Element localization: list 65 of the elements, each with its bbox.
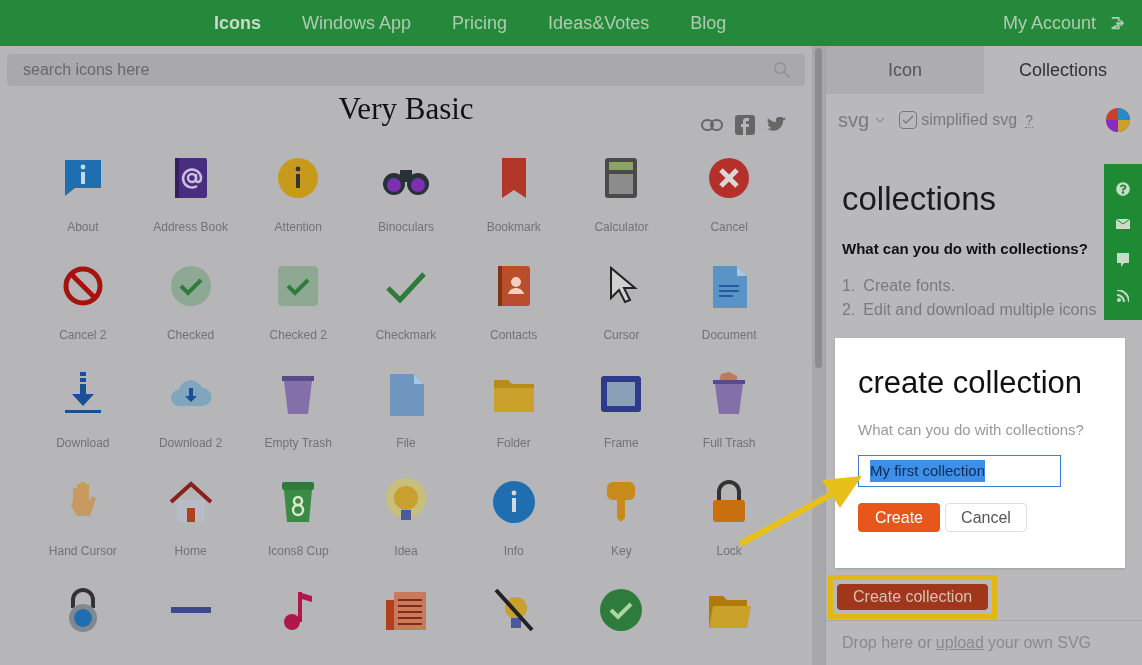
logout-icon[interactable] [1110, 16, 1124, 30]
icon-label[interactable]: Icons8 Cup [267, 541, 329, 560]
color-wheel-icon[interactable] [1106, 108, 1130, 132]
search-field[interactable]: search icons here [7, 54, 805, 86]
icon-label[interactable]: Download 2 [158, 433, 223, 452]
icon-label[interactable]: Bookmark [486, 217, 541, 236]
step-number: 2. [842, 300, 856, 320]
icon-label[interactable]: Key [611, 541, 632, 560]
icon-label[interactable]: Folder [496, 433, 531, 452]
nav-link[interactable]: Blog [690, 9, 727, 37]
icon-label[interactable]: Cancel 2 [59, 325, 107, 344]
icon-label[interactable]: Frame [604, 433, 639, 452]
icon-label[interactable]: Attention [274, 217, 322, 236]
step-number: 1. [842, 276, 856, 296]
dialog-question: What can you do with collections? [858, 419, 1085, 440]
format-select[interactable]: svg [838, 105, 886, 135]
icon-label[interactable]: Empty Trash [264, 433, 332, 452]
caret-icon [875, 117, 886, 123]
icon-label[interactable]: Download [56, 433, 110, 452]
category-title: Very Basic [338, 90, 474, 128]
icon-label[interactable]: Checked 2 [269, 325, 327, 344]
chat-icon[interactable] [1117, 252, 1129, 267]
help-link[interactable]: ? [1025, 112, 1033, 128]
dialog-title: create collection [858, 364, 1083, 402]
icon-label[interactable]: Hand Cursor [48, 541, 117, 560]
icon-label[interactable]: Calculator [594, 217, 649, 236]
icon-label[interactable]: Home [174, 541, 207, 560]
collections-heading: collections [841, 179, 998, 219]
nav-link[interactable]: Windows App [302, 9, 412, 37]
icon-label[interactable]: Address Book [153, 217, 228, 236]
icon-label[interactable]: About [67, 217, 99, 236]
icon-label[interactable]: Idea [394, 541, 418, 560]
mail-icon[interactable] [1116, 219, 1130, 230]
nav-link[interactable]: Icons [214, 9, 261, 37]
icon-label[interactable]: Document [701, 325, 757, 344]
panel-tab[interactable]: Icon [826, 46, 984, 94]
icon-label[interactable]: Cancel [710, 217, 748, 236]
step-text: Edit and download multiple icons [863, 300, 1097, 320]
icon-label[interactable]: Binoculars [377, 217, 434, 236]
icon-label[interactable]: Info [503, 541, 524, 560]
icon-label[interactable]: Contacts [490, 325, 538, 344]
create-collection-button[interactable]: Create collection [837, 583, 989, 610]
icon-label[interactable]: File [396, 433, 416, 452]
step-text: Create fonts. [863, 276, 955, 296]
nav-link[interactable]: Ideas&Votes [548, 9, 650, 37]
check-icon [902, 115, 915, 125]
twitter-icon[interactable] [767, 117, 786, 133]
account-link[interactable]: My Account [1002, 9, 1096, 37]
icon-label[interactable]: Cursor [603, 325, 640, 344]
icon-label[interactable]: Checked [166, 325, 215, 344]
link-icon[interactable] [701, 119, 723, 131]
rss-icon[interactable] [1117, 290, 1129, 303]
icon-label[interactable]: Lock [716, 541, 742, 560]
cancel-button[interactable]: Cancel [945, 503, 1027, 532]
icon-label[interactable]: Checkmark [375, 325, 437, 344]
nav-link[interactable]: Pricing [452, 9, 508, 37]
checkbox-label: simplified svg [921, 110, 1018, 130]
collection-name-field[interactable]: My first collection [858, 455, 1061, 487]
create-button[interactable]: Create [858, 503, 940, 532]
checkbox[interactable] [899, 111, 918, 129]
icon-label[interactable]: Full Trash [702, 433, 756, 452]
minus-icon [170, 606, 211, 613]
collections-subheading: What can you do with collections? [841, 238, 1089, 259]
help-icon[interactable] [1116, 181, 1130, 196]
facebook-icon[interactable] [735, 115, 755, 135]
